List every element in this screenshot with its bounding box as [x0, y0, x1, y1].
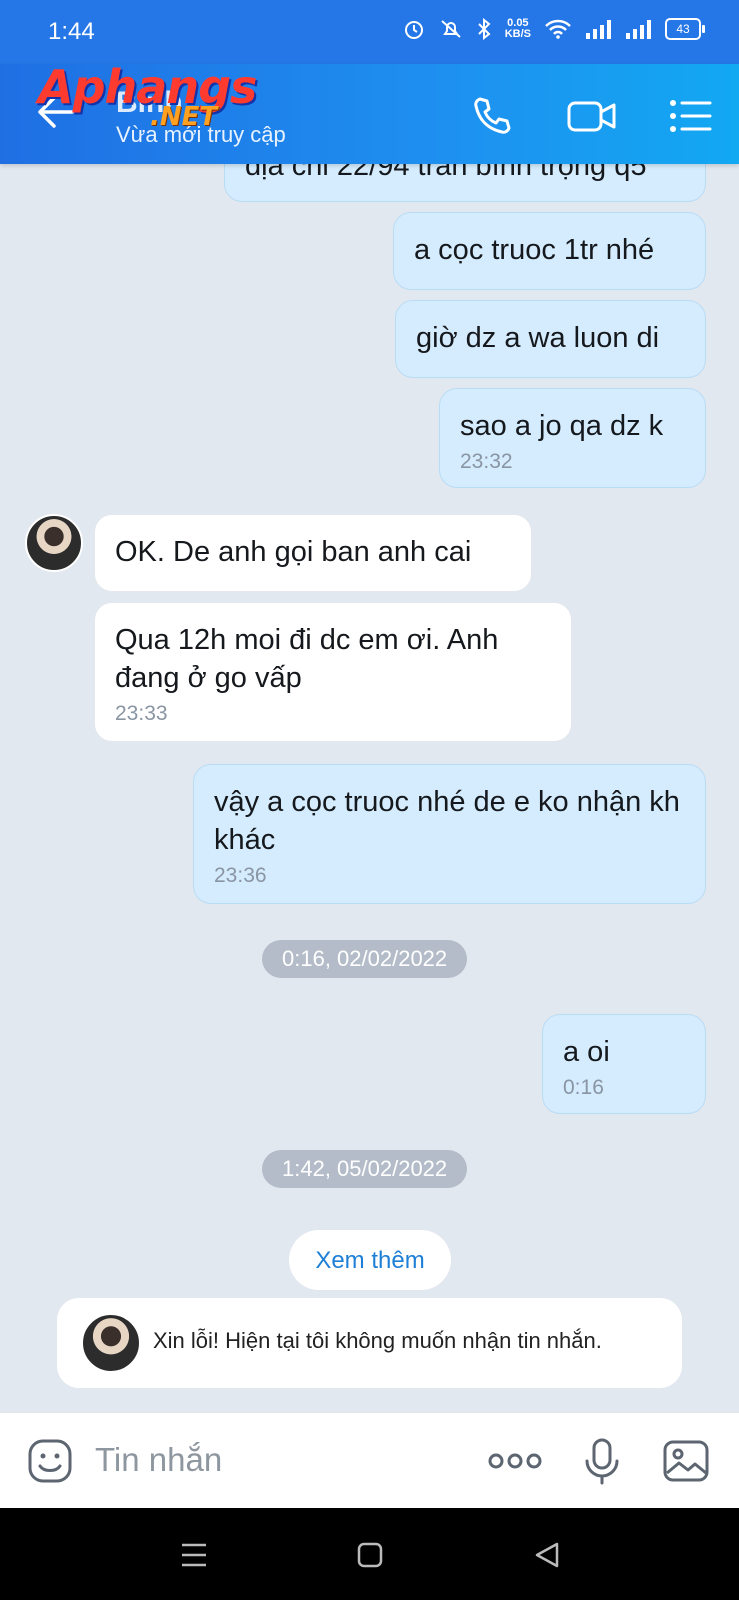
watermark-suffix: .NET [150, 102, 218, 132]
message-text: a oi [563, 1036, 610, 1068]
message-time: 0:16 [563, 1076, 604, 1099]
status-bar: 1:44 0.05 KB/S 43 [0, 0, 739, 64]
chat-area[interactable]: địa chỉ 22/94 trần bình trọng q5 a cọc t… [0, 164, 739, 1412]
message-time: 23:36 [214, 864, 267, 887]
wifi-icon [545, 19, 571, 39]
contact-avatar [81, 1313, 141, 1373]
status-icons: 0.05 KB/S 43 [403, 18, 705, 40]
net-speed-unit: KB/S [504, 28, 531, 40]
notice-text: Xin lỗi! Hiện tại tôi không muốn nhận ti… [153, 1328, 602, 1353]
status-time: 1:44 [48, 18, 95, 45]
message-bubble[interactable]: giờ dz a wa luon di [395, 300, 706, 378]
message-text: giờ dz a wa luon di [416, 322, 660, 354]
message-time: 23:32 [460, 450, 513, 473]
auto-reply-notice: Xin lỗi! Hiện tại tôi không muốn nhận ti… [57, 1298, 682, 1388]
message-bubble[interactable]: sao a jo qa dz k 23:32 [439, 388, 706, 488]
back-nav-icon[interactable] [533, 1542, 561, 1568]
bluetooth-icon [478, 18, 491, 40]
image-gallery-icon[interactable] [662, 1437, 710, 1485]
message-text: địa chỉ 22/94 trần bình trọng q5 [245, 164, 647, 182]
chat-header: Binh Vừa mới truy cập Aphangs .NET [0, 60, 739, 164]
signal-icon-1 [586, 20, 611, 39]
menu-icon[interactable] [668, 94, 712, 138]
message-text: OK. De anh gọi ban anh cai [115, 536, 472, 568]
video-call-icon[interactable] [566, 94, 618, 138]
message-text: sao a jo qa dz k [460, 410, 664, 442]
message-bubble[interactable]: Qua 12h moi đi dc em ơi. Anh đang ở go v… [94, 602, 572, 742]
message-text: Qua 12h moi đi dc em ơi. Anh đang ở go v… [115, 624, 499, 694]
signal-icon-2 [626, 20, 651, 39]
date-separator: 0:16, 02/02/2022 [262, 940, 468, 978]
see-more-button[interactable]: Xem thêm [289, 1230, 451, 1290]
mute-bell-icon [441, 20, 461, 38]
contact-avatar[interactable] [25, 514, 83, 572]
message-input-bar: Tin nhắn [0, 1412, 739, 1509]
phone-call-icon[interactable] [470, 94, 514, 138]
message-input[interactable]: Tin nhắn [95, 1441, 222, 1479]
net-speed: 0.05 KB/S [505, 18, 531, 40]
sticker-emoji-icon[interactable] [26, 1437, 74, 1485]
message-bubble[interactable]: a cọc truoc 1tr nhé [393, 212, 706, 290]
message-text: a cọc truoc 1tr nhé [414, 234, 655, 266]
message-text: vậy a cọc truoc nhé de e ko nhận kh khác [214, 786, 680, 856]
message-bubble[interactable]: a oi 0:16 [542, 1014, 706, 1114]
watermark-text: Aphangs [38, 60, 257, 114]
system-nav-bar [0, 1508, 739, 1600]
date-separator: 1:42, 05/02/2022 [262, 1150, 468, 1188]
message-bubble[interactable]: địa chỉ 22/94 trần bình trọng q5 [224, 164, 706, 202]
battery-icon: 43 [665, 18, 705, 40]
microphone-icon[interactable] [578, 1437, 626, 1485]
message-bubble[interactable]: vậy a cọc truoc nhé de e ko nhận kh khác… [193, 764, 706, 904]
watermark-logo: Aphangs [38, 60, 257, 114]
home-icon[interactable] [356, 1542, 384, 1568]
message-time: 23:33 [115, 702, 168, 725]
alarm-icon [404, 21, 423, 39]
message-bubble[interactable]: OK. De anh gọi ban anh cai [94, 514, 532, 592]
more-options-icon[interactable] [486, 1437, 544, 1485]
recent-apps-icon[interactable] [180, 1542, 208, 1568]
